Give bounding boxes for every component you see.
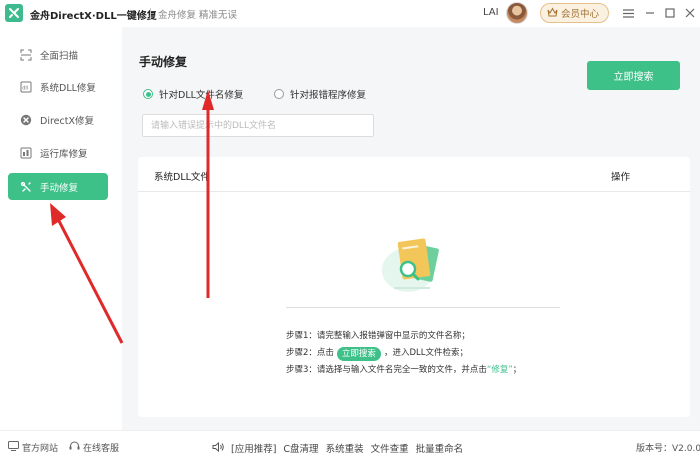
step-3: 步骤3：请选择与输入文件名完全一致的文件，并点击 “修复” ；: [286, 362, 521, 379]
footer-link-system-reinstall[interactable]: 系统重装: [326, 441, 364, 455]
vip-center-button[interactable]: 会员中心: [540, 3, 609, 23]
sidebar-item-full-scan[interactable]: 全面扫描: [8, 41, 108, 68]
sidebar-item-runtime[interactable]: 运行库修复: [8, 139, 108, 166]
sidebar-item-system-dll[interactable]: dll 系统DLL修复: [8, 73, 108, 100]
footer-link-file-dedupe[interactable]: 文件查重: [371, 441, 409, 455]
sidebar-item-label: 运行库修复: [40, 148, 88, 160]
sidebar-item-directx[interactable]: DirectX修复: [8, 106, 108, 133]
website-icon: [8, 441, 19, 454]
page-title: 手动修复: [139, 55, 188, 69]
sidebar-item-label: 全面扫描: [40, 50, 79, 62]
close-icon[interactable]: [682, 5, 698, 21]
step-2: 步骤2：点击 立即搜索 ，进入DLL文件检索；: [286, 345, 521, 362]
sidebar-item-manual-repair[interactable]: 手动修复: [8, 173, 108, 200]
minimize-icon[interactable]: [642, 5, 658, 21]
online-service-link[interactable]: 在线客服: [69, 441, 119, 454]
radio-label: 针对DLL文件名修复: [159, 90, 244, 101]
step-2-suffix: ，进入DLL文件检索；: [383, 348, 468, 358]
step-2-prefix: 步骤2：点击: [286, 348, 334, 358]
app-recommend-label: [应用推荐]: [231, 444, 277, 455]
official-site-link[interactable]: 官方网站: [8, 441, 58, 454]
empty-state-illustration: [378, 232, 448, 297]
sidebar-item-label: DirectX修复: [40, 115, 94, 127]
headset-icon: [69, 441, 80, 454]
speaker-icon: [212, 441, 224, 455]
scan-icon: [20, 49, 32, 61]
sidebar-item-label: 系统DLL修复: [40, 82, 96, 94]
manual-repair-icon: [20, 181, 32, 193]
results-panel: 系统DLL文件 操作 步骤1：请完整输入报错弹窗中显示的文件名称； 步骤2：点击…: [138, 157, 690, 417]
sidebar-item-label: 手动修复: [40, 182, 79, 194]
online-service-label: 在线客服: [83, 444, 120, 454]
maximize-icon[interactable]: [662, 5, 678, 21]
step-3-suffix: ；: [512, 365, 522, 375]
app-slogan: 金舟修复 精准无误: [158, 10, 238, 21]
title-bar: 金舟DirectX·DLL一键修复 金舟修复 精准无误 LAI 会员中心: [0, 0, 700, 27]
step-1-text: 步骤1：请完整输入报错弹窗中显示的文件名称；: [286, 331, 470, 341]
step-2-search-chip: 立即搜索: [336, 346, 381, 361]
footer-link-batch-rename[interactable]: 批量重命名: [416, 441, 464, 455]
radio-dll-name[interactable]: 针对DLL文件名修复: [143, 87, 243, 101]
sidebar: 全面扫描 dll 系统DLL修复 DirectX修复 运行库修复 手动修复: [0, 27, 122, 430]
official-site-label: 官方网站: [22, 444, 59, 454]
instruction-steps: 步骤1：请完整输入报错弹窗中显示的文件名称； 步骤2：点击 立即搜索 ，进入DL…: [286, 328, 521, 379]
divider: [286, 307, 560, 308]
footer-link-c-drive-clean[interactable]: C盘清理: [283, 441, 318, 455]
radio-error-program[interactable]: 针对报错程序修复: [274, 87, 366, 101]
step-3-prefix: 步骤3：请选择与输入文件名完全一致的文件，并点击: [286, 365, 487, 375]
title-divider: [150, 8, 151, 19]
directx-icon: [20, 114, 32, 126]
logo-icon: [5, 4, 23, 22]
column-header-dll-file: 系统DLL文件: [154, 172, 210, 183]
version-label: 版本号：V2.0.0: [636, 444, 700, 454]
radio-checked-icon[interactable]: [143, 89, 153, 99]
footer: 官方网站 在线客服 [应用推荐] C盘清理 系统重装 文件查重 批量重命名 版本…: [0, 430, 700, 459]
footer-app-links: [应用推荐] C盘清理 系统重装 文件查重 批量重命名: [212, 441, 463, 455]
radio-unchecked-icon[interactable]: [274, 89, 284, 99]
column-header-operation: 操作: [611, 172, 631, 183]
search-now-button[interactable]: 立即搜索: [587, 61, 680, 90]
svg-text:dll: dll: [22, 85, 28, 91]
dll-name-input[interactable]: [142, 114, 374, 137]
avatar[interactable]: [506, 2, 528, 24]
crown-icon: [547, 6, 558, 20]
step-3-repair-highlight: “修复”: [486, 365, 513, 375]
vip-center-label: 会员中心: [561, 9, 600, 20]
main-content: 手动修复 立即搜索 针对DLL文件名修复 针对报错程序修复 系统DLL文件 操作: [122, 27, 700, 430]
step-1: 步骤1：请完整输入报错弹窗中显示的文件名称；: [286, 328, 521, 345]
menu-icon[interactable]: [620, 5, 636, 21]
runtime-icon: [20, 147, 32, 159]
app-title: 金舟DirectX·DLL一键修复: [30, 11, 157, 22]
user-name[interactable]: LAI: [483, 7, 499, 18]
table-header: 系统DLL文件 操作: [138, 157, 690, 192]
radio-label: 针对报错程序修复: [290, 90, 367, 101]
dll-icon: dll: [20, 81, 32, 93]
